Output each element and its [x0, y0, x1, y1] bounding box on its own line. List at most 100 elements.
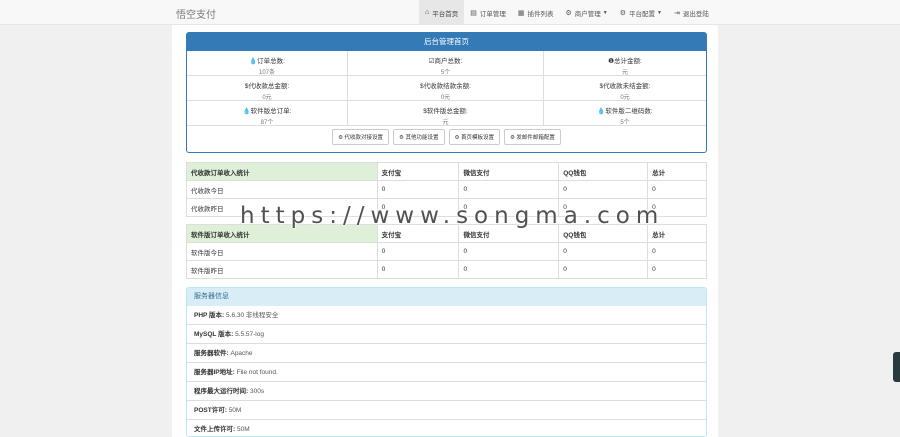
stat-label: ☑商户总数:	[428, 58, 463, 65]
table-cell: 0	[647, 242, 707, 261]
table-header-row: 代收款订单收入统计 支付宝 微信支付 QQ钱包 总计	[186, 162, 707, 181]
stat-value: 5个	[620, 120, 630, 126]
panel-title: 后台管理首页	[187, 33, 706, 51]
server-info-panel: 服务器信息 PHP 版本: 5.6.30 非线程安全 MySQL 版本: 5.5…	[186, 287, 707, 437]
info-label: 服务器软件:	[194, 350, 229, 357]
nav-label: 平台首页	[432, 10, 459, 18]
stat-label: ❶总计金额:	[608, 58, 642, 65]
nav-item-logout[interactable]: ⇥ 退出登陆	[668, 0, 715, 25]
info-value: 50M	[236, 426, 250, 433]
nav-label: 商户管理	[574, 10, 601, 18]
nav-label: 退出登陆	[682, 10, 709, 18]
table-cell: 0	[647, 180, 707, 199]
nav-item-merchants[interactable]: ⚙ 商户管理 ▼	[559, 0, 613, 25]
stat-value: 107条	[258, 70, 275, 76]
gear-icon: ⚙	[619, 9, 626, 17]
stat-value: 5个	[440, 70, 451, 76]
home-icon: ⌂	[425, 9, 430, 16]
homepage-template-button[interactable]: ⚙ 首页模板设置	[448, 129, 500, 145]
watermark-text: https://www.songma.com	[240, 203, 665, 229]
caret-down-icon: ▼	[602, 9, 608, 16]
stat-label: $代收款未结金额:	[599, 83, 651, 90]
caret-down-icon: ▼	[657, 9, 662, 16]
stat-label: $代收款结款余额:	[420, 83, 471, 90]
list-icon: ▤	[470, 9, 477, 17]
nav-item-home[interactable]: ⌂ 平台首页	[419, 0, 465, 25]
table-cell: 软件版昨日	[186, 260, 378, 279]
table-cell: 0	[647, 260, 707, 279]
table-row: 代收款今日 0 0 0 0	[186, 180, 707, 199]
email-config-button[interactable]: ⚙ 发邮件邮箱配置	[503, 129, 561, 145]
stat-label: $代收款总金额:	[244, 83, 290, 90]
stat-software-amount: $软件版总金额: 元	[348, 101, 544, 126]
stat-total-amount: ❶总计金额: 元	[544, 51, 706, 76]
table-cell: 0	[458, 242, 560, 261]
table-header: 支付宝	[376, 162, 460, 181]
stat-label: $软件版总金额:	[423, 108, 468, 115]
table-row: 软件版今日 0 0 0 0	[186, 242, 707, 261]
table-header: 总计	[647, 162, 707, 181]
nav-label: 平台配置	[629, 10, 655, 18]
stat-label: 💧软件版总订单:	[242, 108, 292, 115]
info-label: POST许可:	[194, 407, 227, 414]
stat-value: 87个	[260, 120, 274, 126]
nav-item-plugins[interactable]: ▦ 插件列表	[512, 0, 560, 25]
info-label: 文件上传许可:	[194, 426, 236, 433]
info-label: MySQL 版本:	[194, 331, 234, 338]
table-cell: 0	[558, 260, 649, 279]
table-cell: 0	[376, 260, 460, 279]
stat-software-qrcodes: 💧软件版二维码数: 5个	[544, 101, 706, 126]
brand-logo[interactable]: 悟空支付	[176, 6, 216, 21]
info-label: 程序最大运行时间:	[194, 388, 249, 395]
stat-collection-total: $代收款总金额: 0元	[187, 76, 348, 101]
server-info-row: 服务器IP地址: File not found.	[187, 363, 706, 382]
nav-item-orders[interactable]: ▤ 订单管理	[464, 0, 512, 25]
server-info-row: POST许可: 50M	[187, 401, 706, 420]
table-cell: 0	[376, 180, 460, 199]
software-income-table: 软件版订单收入统计 支付宝 微信支付 QQ钱包 总计 软件版今日 0 0 0 0…	[186, 224, 707, 279]
stat-collection-settled: $代收款结款余额: 0元	[348, 76, 544, 101]
table-cell: 0	[458, 260, 560, 279]
info-value: File not found.	[236, 369, 278, 376]
server-info-row: 服务器软件: Apache	[187, 344, 706, 363]
top-navbar: 悟空支付 ⌂ 平台首页 ▤ 订单管理 ▦ 插件列表 ⚙ 商户管理 ▼ ⚙ 平台配置 ▼ ⇥ 退出…	[0, 0, 900, 25]
stat-value: 0元	[620, 95, 630, 101]
server-info-row: 文件上传许可: 50M	[187, 420, 706, 436]
collection-settings-button[interactable]: ⚙ 代收款对接设置	[332, 129, 390, 145]
stat-total-orders: 💧订单总数: 107条	[187, 51, 348, 76]
logout-icon: ⇥	[673, 9, 680, 17]
nav-item-platform-config[interactable]: ⚙ 平台配置 ▼	[614, 0, 668, 25]
stat-total-merchants: ☑商户总数: 5个	[348, 51, 544, 76]
stat-label: 💧订单总数:	[249, 58, 285, 65]
info-label: PHP 版本:	[194, 312, 225, 319]
table-header: 微信支付	[458, 162, 560, 181]
server-info-title: 服务器信息	[187, 288, 706, 306]
table-header: QQ钱包	[558, 162, 649, 181]
stat-value: 元	[442, 120, 449, 126]
info-value: 5.5.57-log	[235, 331, 264, 338]
nav-label: 订单管理	[479, 10, 506, 18]
stat-value: 元	[621, 70, 628, 76]
table-row: 软件版昨日 0 0 0 0	[186, 260, 707, 279]
stat-software-orders: 💧软件版总订单: 87个	[187, 101, 348, 126]
info-value: 50M	[228, 407, 242, 414]
grid-icon: ▦	[517, 9, 525, 17]
stat-value: 0元	[262, 95, 272, 101]
stat-value: 0元	[440, 95, 451, 101]
table-cell: 软件版今日	[186, 242, 378, 261]
info-label: 服务器IP地址:	[194, 369, 235, 376]
table-cell: 0	[458, 180, 560, 199]
settings-button-row: ⚙ 代收款对接设置 ⚙ 其他功能设置 ⚙ 首页模板设置 ⚙ 发邮件邮箱配置	[187, 126, 706, 148]
table-cell: 0	[558, 242, 649, 261]
nav-label: 插件列表	[527, 10, 554, 18]
other-settings-button[interactable]: ⚙ 其他功能设置	[393, 129, 445, 145]
server-info-row: MySQL 版本: 5.5.57-log	[187, 325, 706, 344]
info-value: 5.6.30 非线程安全	[226, 312, 279, 319]
side-scroll-widget[interactable]	[893, 352, 900, 382]
stats-grid: 💧订单总数: 107条 ☑商户总数: 5个 ❶总计金额: 元 $代收款总金额: 0元 $…	[187, 51, 706, 126]
gear-icon: ⚙	[565, 9, 572, 17]
table-cell: 代收款今日	[186, 180, 378, 199]
info-value: 300s	[249, 388, 265, 395]
server-info-row: PHP 版本: 5.6.30 非线程安全	[187, 306, 706, 325]
table-header: 代收款订单收入统计	[186, 162, 378, 181]
